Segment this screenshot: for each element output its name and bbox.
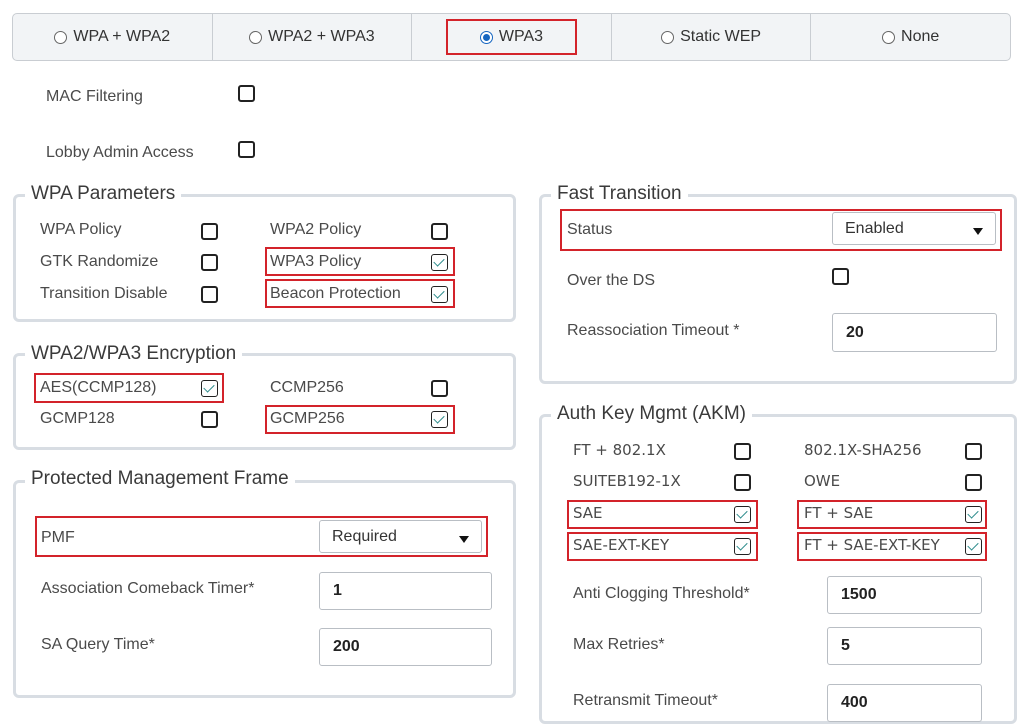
highlight-gcmp256 [265,405,455,434]
pmf-title: Protected Management Frame [25,468,295,490]
ft-8021x-label: FT + 802.1X [573,441,666,459]
gcmp128-label: GCMP128 [40,410,115,427]
reassociation-timeout-input[interactable]: 20 [832,313,997,352]
mac-filtering-label: MAC Filtering [46,88,143,105]
sa-query-time-label: SA Query Time* [41,636,155,653]
ft-8021x-checkbox[interactable] [734,443,751,460]
dot1x-sha256-label: 802.1X-SHA256 [804,441,922,459]
highlight-wpa3-policy [265,247,455,276]
over-the-ds-checkbox[interactable] [832,268,849,285]
highlight-sae [567,500,758,529]
radio-button-icon [882,30,896,44]
highlight-aes [34,373,224,403]
sa-query-time-input[interactable]: 200 [319,628,492,666]
suiteb192-label: SUITEB192-1X [573,472,681,490]
highlight-ft-status [560,209,1002,251]
radio-button-icon [661,30,675,44]
retransmit-timeout-label: Retransmit Timeout* [573,692,718,709]
wpa-parameters-title: WPA Parameters [25,183,182,205]
gcmp128-checkbox[interactable] [201,411,218,428]
radio-none[interactable]: None [811,14,1010,60]
suiteb192-checkbox[interactable] [734,474,751,491]
highlight-ft-sae-ext-key [797,532,987,561]
radio-button-icon [249,30,263,44]
retransmit-timeout-input[interactable]: 400 [827,684,982,722]
radio-wpa-wpa2[interactable]: WPA + WPA2 [13,14,213,60]
max-retries-input[interactable]: 5 [827,627,982,665]
association-comeback-label: Association Comeback Timer* [41,580,255,597]
anti-clogging-input[interactable]: 1500 [827,576,982,614]
over-the-ds-label: Over the DS [567,272,656,289]
fast-transition-title: Fast Transition [551,183,688,205]
ccmp256-checkbox[interactable] [431,380,448,397]
akm-group [539,414,1017,724]
ccmp256-label: CCMP256 [270,379,344,396]
wpa-policy-checkbox[interactable] [201,223,218,240]
highlight-beacon-protection [265,279,455,308]
gtk-randomize-checkbox[interactable] [201,254,218,271]
highlight-pmf [35,516,488,557]
max-retries-label: Max Retries* [573,636,665,653]
akm-title: Auth Key Mgmt (AKM) [551,403,752,425]
highlight-ft-sae [797,500,987,529]
dot1x-sha256-checkbox[interactable] [965,443,982,460]
wpa-policy-label: WPA Policy [40,221,122,238]
encryption-title: WPA2/WPA3 Encryption [25,343,243,365]
lobby-admin-access-label: Lobby Admin Access [46,144,194,161]
radio-static-wep[interactable]: Static WEP [612,14,812,60]
gtk-randomize-label: GTK Randomize [40,253,159,270]
reassociation-timeout-label: Reassociation Timeout * [567,322,740,339]
radio-wpa2-wpa3[interactable]: WPA2 + WPA3 [213,14,413,60]
owe-label: OWE [804,472,841,490]
anti-clogging-label: Anti Clogging Threshold* [573,585,750,602]
association-comeback-input[interactable]: 1 [319,572,492,610]
mac-filtering-checkbox[interactable] [238,85,255,102]
radio-button-icon [54,30,68,44]
wpa2-policy-checkbox[interactable] [431,223,448,240]
lobby-admin-access-checkbox[interactable] [238,141,255,158]
transition-disable-checkbox[interactable] [201,286,218,303]
highlight-wpa3 [446,19,577,55]
owe-checkbox[interactable] [965,474,982,491]
highlight-sae-ext-key [567,532,758,561]
transition-disable-label: Transition Disable [40,285,168,302]
wpa2-policy-label: WPA2 Policy [270,221,362,238]
